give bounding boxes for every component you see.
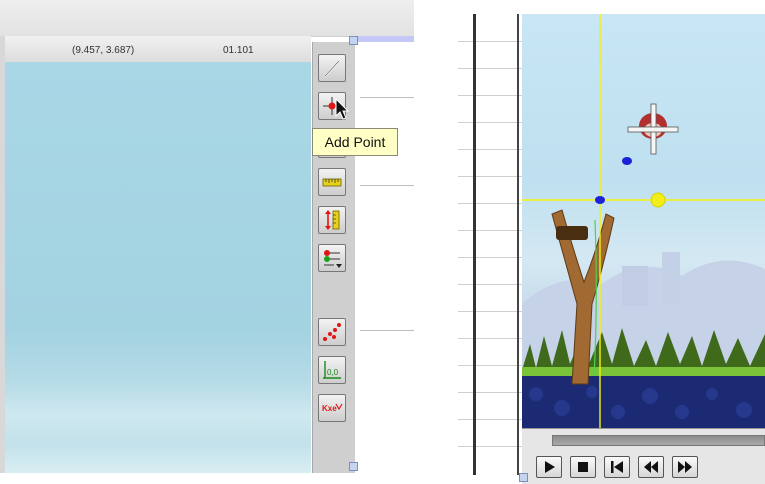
stop-button[interactable] bbox=[570, 456, 596, 478]
ruler-tool-button[interactable] bbox=[318, 168, 346, 196]
fit-curve-icon: Kxe bbox=[322, 403, 343, 413]
coordinate-readout-bar: (9.457, 3.687) 01.101 bbox=[5, 36, 311, 63]
table-row bbox=[458, 365, 522, 366]
step-forward-button[interactable] bbox=[672, 456, 698, 478]
resize-handle-corner[interactable] bbox=[519, 473, 528, 482]
scatter-points-icon bbox=[323, 323, 341, 341]
skip-to-start-icon bbox=[611, 461, 623, 473]
table-column-divider bbox=[473, 14, 476, 475]
player-controls bbox=[522, 428, 765, 484]
step-back-button[interactable] bbox=[638, 456, 664, 478]
table-row bbox=[458, 392, 522, 393]
table-row bbox=[458, 41, 522, 42]
table-row bbox=[458, 95, 522, 96]
table-row bbox=[458, 149, 522, 150]
rewind-icon bbox=[644, 461, 658, 473]
tooltip: Add Point bbox=[312, 128, 398, 156]
plot-gridline bbox=[360, 97, 414, 98]
timeline-scrubber[interactable] bbox=[552, 435, 765, 446]
stop-icon bbox=[578, 462, 588, 472]
window-top-bar bbox=[0, 0, 414, 37]
table-column-divider bbox=[517, 14, 519, 475]
ruler-icon bbox=[322, 178, 342, 187]
right-panel bbox=[458, 14, 765, 484]
play-icon bbox=[545, 461, 555, 473]
table-row bbox=[458, 338, 522, 339]
table-row bbox=[458, 311, 522, 312]
video-canvas[interactable] bbox=[5, 62, 311, 473]
table-row bbox=[458, 419, 522, 420]
plot-area bbox=[355, 42, 414, 473]
video-scene bbox=[522, 14, 765, 428]
table-row bbox=[458, 122, 522, 123]
video-frame[interactable] bbox=[522, 14, 765, 428]
diagonal-line-icon bbox=[324, 60, 340, 77]
table-row bbox=[458, 257, 522, 258]
plot-gridline bbox=[360, 185, 414, 186]
left-panel: (9.457, 3.687) 01.101 0,0 Kxe Add Point bbox=[0, 0, 414, 483]
go-to-start-button[interactable] bbox=[604, 456, 630, 478]
value-readout: 01.101 bbox=[223, 45, 254, 56]
fit-tool-button[interactable]: Kxe bbox=[318, 394, 346, 422]
scale-tool-button[interactable] bbox=[318, 206, 346, 234]
line-tool-button[interactable] bbox=[318, 54, 346, 82]
axis-origin-tool-button[interactable]: 0,0 bbox=[318, 356, 346, 384]
resize-handle-top[interactable] bbox=[349, 36, 358, 45]
plot-gridline bbox=[360, 330, 414, 331]
mouse-cursor-icon bbox=[335, 98, 350, 120]
series-options-icon bbox=[324, 250, 342, 268]
axis-origin-label: 0,0 bbox=[327, 368, 339, 377]
table-row bbox=[458, 203, 522, 204]
resize-handle-bottom[interactable] bbox=[349, 462, 358, 471]
play-button[interactable] bbox=[536, 456, 562, 478]
data-table[interactable] bbox=[458, 14, 522, 475]
coordinate-readout: (9.457, 3.687) bbox=[72, 45, 135, 56]
fit-label: Kxe bbox=[322, 404, 337, 413]
table-row bbox=[458, 446, 522, 447]
axis-origin-icon: 0,0 bbox=[323, 361, 341, 379]
vertical-scale-icon bbox=[325, 210, 340, 230]
scatter-tool-button[interactable] bbox=[318, 318, 346, 346]
table-row bbox=[458, 230, 522, 231]
table-row bbox=[458, 284, 522, 285]
table-row bbox=[458, 68, 522, 69]
fast-forward-icon bbox=[678, 461, 692, 473]
table-row bbox=[458, 176, 522, 177]
series-options-tool-button[interactable] bbox=[318, 244, 346, 272]
